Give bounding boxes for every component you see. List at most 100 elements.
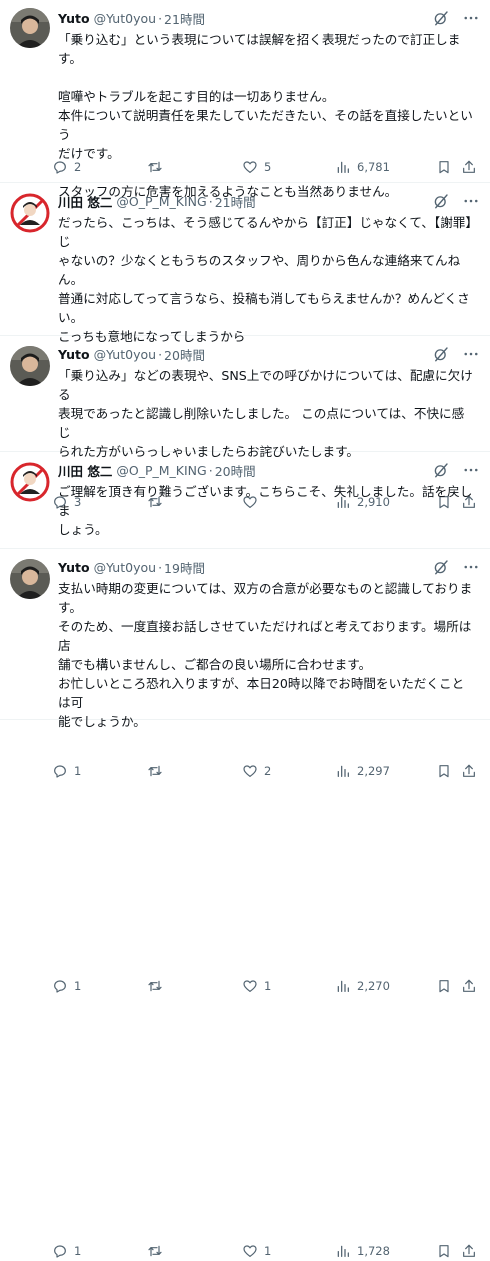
more-icon[interactable] bbox=[462, 345, 480, 363]
more-icon[interactable] bbox=[462, 558, 480, 576]
like-button[interactable]: 2 bbox=[242, 761, 271, 781]
tweet-actions: 1 2 2,297 bbox=[52, 761, 480, 781]
tweet-text-line: 舗でも構いませんし、ご都合の良い場所に合わせます。 bbox=[58, 657, 372, 672]
views-icon bbox=[337, 161, 349, 173]
display-name[interactable]: 川田 悠二 bbox=[58, 461, 112, 480]
grok-icon[interactable] bbox=[432, 345, 450, 363]
tweet-text-line: 表現であったと認識し削除いたしました。 この点については、不快に感じ bbox=[58, 406, 465, 440]
timestamp[interactable]: 19時間 bbox=[164, 558, 205, 577]
reply-icon bbox=[54, 980, 66, 993]
grok-icon[interactable] bbox=[432, 9, 450, 27]
grok-icon[interactable] bbox=[432, 558, 450, 576]
tweet-actions: 1 1 bbox=[52, 1241, 480, 1261]
reply-button[interactable]: 1 bbox=[52, 761, 81, 781]
header-actions bbox=[432, 191, 480, 211]
avatar[interactable] bbox=[10, 193, 50, 233]
tweet[interactable]: Yuto @Yut0you · 20時間 「乗り込み」などの表現や、SNS上での… bbox=[0, 336, 490, 778]
bookmark-button[interactable] bbox=[436, 157, 452, 177]
reply-button[interactable]: 2 bbox=[52, 157, 81, 177]
grok-icon[interactable] bbox=[432, 192, 450, 210]
like-count: 2 bbox=[264, 764, 272, 778]
view-count: 2,297 bbox=[357, 764, 390, 778]
retweet-button[interactable] bbox=[147, 1241, 169, 1261]
tweet-actions: 1 1 bbox=[52, 976, 480, 996]
share-button[interactable] bbox=[461, 761, 477, 781]
avatar[interactable] bbox=[10, 559, 50, 599]
more-icon[interactable] bbox=[462, 9, 480, 27]
header-actions bbox=[432, 460, 480, 480]
share-icon bbox=[463, 160, 475, 173]
reply-button[interactable]: 1 bbox=[52, 976, 81, 996]
like-icon bbox=[243, 1245, 257, 1257]
tweet-text-line: 能でしょうか。 bbox=[58, 714, 146, 729]
tweet-text: だったら、こっちは、そう感じてるんやから【訂正】じゃなくて、【謝罪】じ ゃないの？… bbox=[58, 213, 474, 346]
avatar[interactable] bbox=[10, 8, 50, 48]
bookmark-button[interactable] bbox=[436, 761, 452, 781]
share-button[interactable] bbox=[461, 976, 477, 996]
tweet-text-line: 「乗り込む」という表現については誤解を招く表現だったので訂正します。 bbox=[58, 32, 461, 66]
tweet-text-line: お忙しいところ恐れ入りますが、本日20時以降でお時間をいただくことは可 bbox=[58, 676, 465, 710]
tweet-text-line: 「乗り込み」などの表現や、SNS上での呼びかけについては、配慮に欠ける bbox=[58, 368, 473, 402]
tweet-text-line bbox=[58, 68, 474, 87]
more-icon[interactable] bbox=[462, 192, 480, 210]
bookmark-button[interactable] bbox=[436, 976, 452, 996]
share-button[interactable] bbox=[461, 157, 477, 177]
views-button[interactable]: 1,728 bbox=[335, 1241, 390, 1261]
more-icon[interactable] bbox=[462, 461, 480, 479]
retweet-icon bbox=[148, 980, 162, 992]
bookmark-icon bbox=[439, 161, 449, 174]
separator-dot: · bbox=[158, 559, 163, 575]
separator-dot: · bbox=[208, 193, 213, 209]
bookmark-button[interactable] bbox=[436, 1241, 452, 1261]
avatar-image bbox=[10, 462, 50, 502]
like-button[interactable]: 1 bbox=[242, 976, 271, 996]
retweet-button[interactable] bbox=[147, 157, 169, 177]
reply-button[interactable]: 1 bbox=[52, 1241, 81, 1261]
reply-count: 1 bbox=[74, 1244, 82, 1258]
separator-dot: · bbox=[158, 10, 163, 26]
tweet-header: 川田 悠二 @O_P_M_KING · 21時間 bbox=[58, 191, 480, 211]
views-button[interactable]: 6,781 bbox=[335, 157, 390, 177]
user-handle[interactable]: @Yut0you bbox=[94, 11, 156, 26]
user-handle[interactable]: @O_P_M_KING bbox=[116, 463, 206, 478]
like-button[interactable]: 1 bbox=[242, 1241, 271, 1261]
tweet[interactable]: 川田 悠二 @O_P_M_KING · 21時間 だったら、こっちは、そう感じて… bbox=[0, 183, 490, 509]
tweet-text-line: 普通に対応してって言うなら、投稿も消してもらえませんか？めんどくさ bbox=[58, 291, 470, 306]
retweet-button[interactable] bbox=[147, 976, 169, 996]
views-icon bbox=[337, 1245, 349, 1257]
retweet-button[interactable] bbox=[147, 761, 169, 781]
timestamp[interactable]: 21時間 bbox=[164, 9, 205, 28]
avatar-image bbox=[10, 559, 50, 599]
reply-icon bbox=[54, 161, 66, 174]
tweet-text-line: だったら、こっちは、そう感じてるんやから【訂正】じゃなくて、【謝罪】じ bbox=[58, 215, 472, 249]
grok-icon[interactable] bbox=[432, 461, 450, 479]
user-handle[interactable]: @O_P_M_KING bbox=[116, 194, 206, 209]
timestamp[interactable]: 20時間 bbox=[164, 345, 205, 364]
timestamp[interactable]: 20時間 bbox=[215, 461, 256, 480]
display-name[interactable]: Yuto bbox=[58, 347, 90, 362]
retweet-icon bbox=[148, 765, 162, 777]
avatar[interactable] bbox=[10, 462, 50, 502]
display-name[interactable]: Yuto bbox=[58, 11, 90, 26]
views-button[interactable]: 2,297 bbox=[335, 761, 390, 781]
display-name[interactable]: Yuto bbox=[58, 560, 90, 575]
like-button[interactable]: 5 bbox=[242, 157, 271, 177]
avatar-image bbox=[10, 8, 50, 48]
tweet-header: 川田 悠二 @O_P_M_KING · 20時間 bbox=[58, 460, 480, 480]
avatar[interactable] bbox=[10, 346, 50, 386]
user-handle[interactable]: @Yut0you bbox=[94, 560, 156, 575]
share-button[interactable] bbox=[461, 1241, 477, 1261]
header-actions bbox=[432, 557, 480, 577]
tweet[interactable]: Yuto @Yut0you · 21時間 「乗り込む」という表現については誤解を… bbox=[0, 0, 490, 199]
views-button[interactable]: 2,270 bbox=[335, 976, 390, 996]
timestamp[interactable]: 21時間 bbox=[215, 192, 256, 211]
display-name[interactable]: 川田 悠二 bbox=[58, 192, 112, 211]
views-icon bbox=[337, 980, 349, 992]
tweet-header: Yuto @Yut0you · 20時間 bbox=[58, 344, 480, 364]
tweet[interactable]: 川田 悠二 @O_P_M_KING · 20時間 ご理解を頂き有り難うございます… bbox=[0, 452, 490, 993]
like-icon bbox=[243, 161, 257, 173]
tweet-text-line: 喧嘩やトラブルを起こす目的は一切ありません。 bbox=[58, 89, 335, 104]
tweet-text: 「乗り込み」などの表現や、SNS上での呼びかけについては、配慮に欠ける 表現であっ… bbox=[58, 366, 474, 461]
tweet[interactable]: Yuto @Yut0you · 19時間 支払い時期の変更については、双方の合意… bbox=[0, 549, 490, 1258]
user-handle[interactable]: @Yut0you bbox=[94, 347, 156, 362]
